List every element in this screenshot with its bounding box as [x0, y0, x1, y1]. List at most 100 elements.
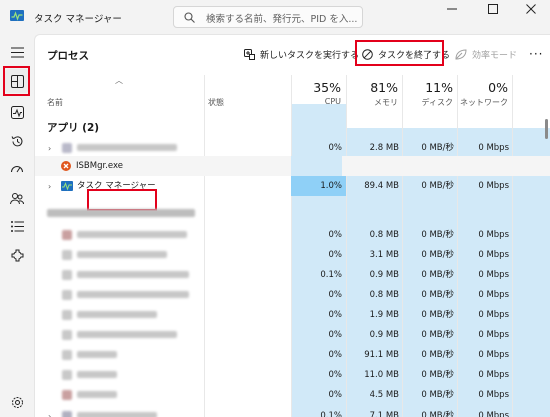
- memory-value: 2.8 MB: [369, 143, 399, 153]
- efficiency-mode-button[interactable]: 効率モード: [455, 43, 517, 65]
- network-value: 0 Mbps: [478, 181, 509, 191]
- column-header-network[interactable]: ネットワーク: [457, 97, 508, 108]
- redacted-name: [77, 351, 117, 358]
- process-name: タスク マネージャー: [77, 181, 156, 191]
- efficiency-mode-label: 効率モード: [472, 50, 518, 61]
- users-icon: [10, 192, 24, 204]
- run-new-task-button[interactable]: 新しいタスクを実行する: [244, 43, 359, 65]
- cpu-value: 0%: [328, 250, 343, 260]
- search-input[interactable]: 検索する名前、発行元、PID を入...: [206, 11, 357, 25]
- table-row[interactable]: 0% 11.0 MB 0 MB/秒 0 Mbps: [35, 365, 550, 385]
- network-value: 0 Mbps: [478, 143, 509, 153]
- app-icon: [62, 350, 72, 360]
- hamburger-menu-button[interactable]: [5, 40, 29, 64]
- table-row[interactable]: 0% 0.9 MB 0 MB/秒 0 Mbps: [35, 325, 550, 345]
- cpu-value: 0%: [328, 290, 343, 300]
- cpu-value: 0%: [328, 143, 343, 153]
- app-icon: [62, 230, 72, 240]
- table-row[interactable]: 0% 0.8 MB 0 MB/秒 0 Mbps: [35, 225, 550, 245]
- chevron-right-icon[interactable]: ›: [48, 412, 51, 417]
- redacted-group-title: [47, 209, 195, 217]
- title-bar: タスク マネージャー 検索する名前、発行元、PID を入...: [0, 0, 550, 34]
- minimize-button[interactable]: [433, 0, 471, 18]
- memory-value: 0.8 MB: [369, 290, 399, 300]
- table-row[interactable]: › 0% 2.8 MB 0 MB/秒 0 Mbps: [35, 138, 550, 158]
- network-value: 0 Mbps: [478, 350, 509, 360]
- cpu-value: 0%: [328, 230, 343, 240]
- memory-value: 1.9 MB: [369, 310, 399, 320]
- disk-value: 0 MB/秒: [421, 250, 454, 260]
- maximize-button[interactable]: [474, 0, 512, 18]
- minimize-icon: [447, 8, 457, 10]
- column-header-disk[interactable]: ディスク: [402, 97, 453, 108]
- column-header-cpu[interactable]: CPU: [291, 97, 341, 106]
- app-icon: [62, 370, 72, 380]
- nav-performance[interactable]: [5, 100, 29, 124]
- table-row[interactable]: 0% 1.9 MB 0 MB/秒 0 Mbps: [35, 305, 550, 325]
- disk-value: 0 MB/秒: [421, 390, 454, 400]
- cpu-value: 0%: [328, 310, 343, 320]
- vertical-scrollbar[interactable]: [545, 119, 548, 139]
- task-manager-icon: [61, 181, 73, 191]
- redacted-name: [77, 311, 157, 318]
- column-header-memory[interactable]: メモリ: [346, 97, 398, 108]
- window-title: タスク マネージャー: [34, 14, 122, 25]
- disk-percent[interactable]: 11%: [402, 80, 453, 95]
- memory-value: 7.1 MB: [369, 411, 399, 417]
- leaf-icon: [455, 48, 467, 60]
- chevron-right-icon[interactable]: ›: [48, 182, 51, 191]
- search-box[interactable]: 検索する名前、発行元、PID を入...: [173, 6, 363, 28]
- cpu-percent[interactable]: 35%: [291, 80, 341, 95]
- network-value: 0 Mbps: [478, 370, 509, 380]
- table-row[interactable]: › 0.1% 7.1 MB 0 MB/秒 0 Mbps: [35, 406, 550, 417]
- column-header-name[interactable]: 名前: [47, 97, 63, 108]
- highlight-processes: [3, 66, 30, 96]
- close-icon: [526, 4, 536, 14]
- task-manager-icon: [10, 10, 24, 21]
- disk-value: 0 MB/秒: [421, 270, 454, 280]
- cpu-value: 0%: [328, 390, 343, 400]
- memory-value: 4.5 MB: [369, 390, 399, 400]
- table-row-task-manager[interactable]: › タスク マネージャー 1.0% 89.4 MB 0 MB/秒 0 Mbps: [35, 176, 550, 196]
- nav-users[interactable]: [5, 186, 29, 210]
- memory-value: 0.9 MB: [369, 270, 399, 280]
- disk-value: 0 MB/秒: [421, 350, 454, 360]
- nav-details[interactable]: [5, 214, 29, 238]
- more-options-button[interactable]: ···: [529, 43, 543, 65]
- disk-value: 0 MB/秒: [421, 230, 454, 240]
- highlight-end-task: [355, 40, 444, 66]
- network-percent[interactable]: 0%: [457, 80, 508, 95]
- disk-value: 0 MB/秒: [421, 143, 454, 153]
- nav-services[interactable]: [5, 243, 29, 267]
- memory-percent[interactable]: 81%: [346, 80, 398, 95]
- chevron-right-icon[interactable]: ›: [48, 144, 51, 153]
- network-value: 0 Mbps: [478, 411, 509, 417]
- close-button[interactable]: [512, 0, 550, 18]
- table-row[interactable]: 0% 91.1 MB 0 MB/秒 0 Mbps: [35, 345, 550, 365]
- hamburger-icon: [10, 47, 24, 57]
- table-row[interactable]: 0% 0.8 MB 0 MB/秒 0 Mbps: [35, 285, 550, 305]
- table-row-isbmgr[interactable]: ISBMgr.exe: [35, 156, 550, 176]
- memory-value: 0.9 MB: [369, 330, 399, 340]
- redacted-name: [77, 271, 189, 278]
- app-icon: [62, 310, 72, 320]
- nav-settings[interactable]: [5, 390, 29, 414]
- nav-startup-apps[interactable]: [5, 157, 29, 181]
- redacted-name: [77, 291, 189, 298]
- column-header-status[interactable]: 状態: [208, 97, 224, 108]
- cpu-value: 0.1%: [320, 270, 342, 280]
- redacted-name: [77, 412, 157, 417]
- app-icon: [62, 143, 72, 153]
- run-new-task-label: 新しいタスクを実行する: [260, 50, 360, 61]
- redacted-name: [77, 331, 177, 338]
- table-row[interactable]: 0% 3.1 MB 0 MB/秒 0 Mbps: [35, 245, 550, 265]
- table-row[interactable]: 0% 4.5 MB 0 MB/秒 0 Mbps: [35, 385, 550, 405]
- memory-value: 91.1 MB: [364, 350, 399, 360]
- nav-app-history[interactable]: [5, 129, 29, 153]
- sort-up-icon: ︿: [115, 76, 123, 85]
- table-row[interactable]: 0.1% 0.9 MB 0 MB/秒 0 Mbps: [35, 265, 550, 285]
- cpu-value: 0%: [328, 330, 343, 340]
- redacted-name: [77, 251, 167, 258]
- cpu-value: 1.0%: [291, 176, 346, 196]
- startup-apps-icon: [11, 165, 23, 172]
